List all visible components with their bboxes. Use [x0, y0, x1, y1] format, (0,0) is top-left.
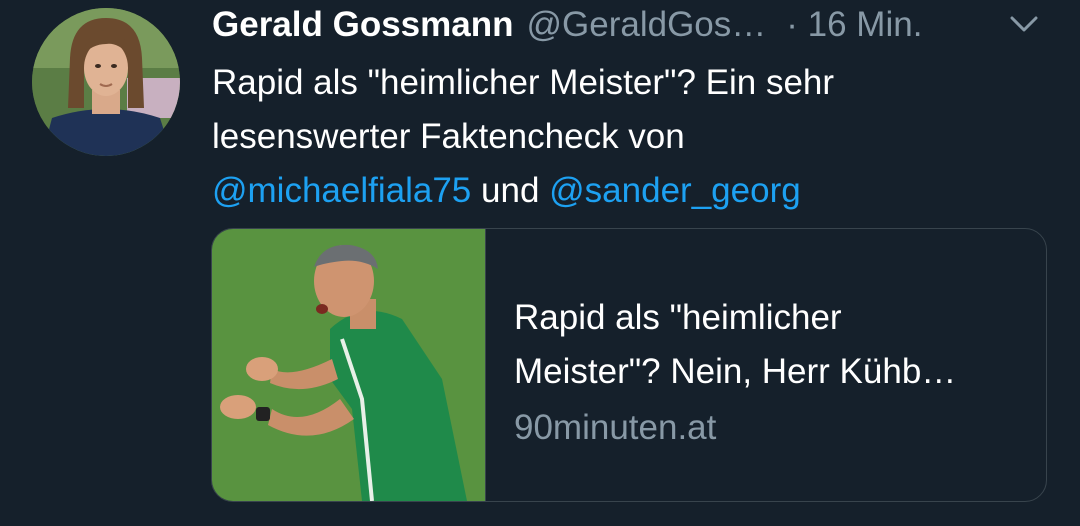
card-thumbnail: [212, 229, 486, 501]
mention-link[interactable]: @sander_georg: [549, 171, 801, 210]
chevron-down-icon[interactable]: [1004, 10, 1044, 38]
author-handle[interactable]: @GeraldGos…: [526, 5, 766, 45]
card-title-line1: Rapid als "heimlicher: [514, 298, 842, 337]
card-title-line2: Meister"? Nein, Herr Kühb…: [514, 352, 957, 391]
tweet-header: Gerald Gossmann @GeraldGos… · 16 Min.: [212, 2, 922, 48]
tweet-text-part2: und: [481, 171, 540, 210]
link-preview-card[interactable]: Rapid als "heimlicher Meister"? Nein, He…: [211, 228, 1047, 502]
tweet-text-part1: Rapid als "heimlicher Meister"? Ein sehr…: [212, 63, 835, 156]
card-body: Rapid als "heimlicher Meister"? Nein, He…: [514, 291, 1014, 455]
mention-link[interactable]: @michaelfiala75: [212, 171, 471, 210]
avatar[interactable]: [32, 8, 180, 156]
card-domain: 90minuten.at: [514, 408, 717, 447]
tweet-text: Rapid als "heimlicher Meister"? Ein sehr…: [212, 56, 1012, 218]
author-name[interactable]: Gerald Gossmann: [212, 5, 513, 45]
avatar-image: [32, 8, 180, 156]
tweet-timestamp[interactable]: · 16 Min.: [786, 5, 922, 45]
